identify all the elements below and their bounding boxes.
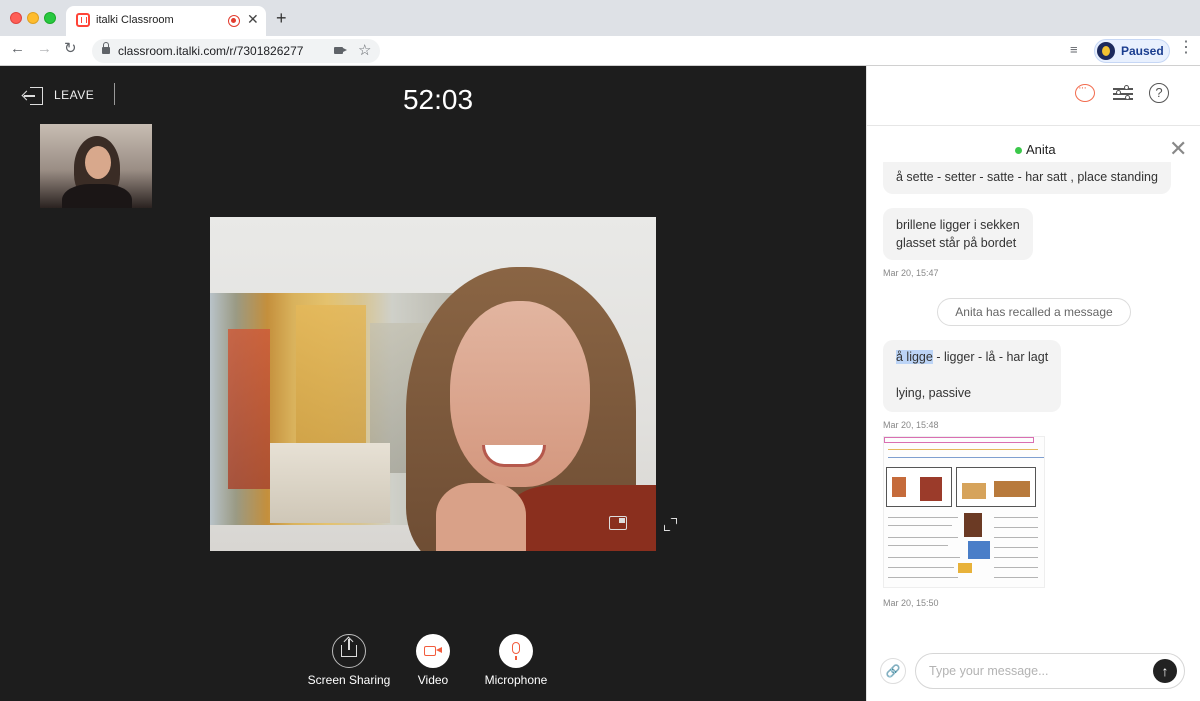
fullscreen-icon[interactable] — [656, 510, 684, 538]
tab-title: italki Classroom — [96, 14, 174, 26]
recording-indicator-icon — [228, 15, 240, 27]
url-text[interactable]: classroom.italki.com/r/7301826277 — [118, 44, 303, 58]
bookmark-star-icon[interactable]: ☆ — [358, 41, 371, 59]
message-text: brillene ligger i sekken — [896, 218, 1020, 232]
self-video-thumbnail[interactable] — [40, 124, 152, 208]
message-text: lying, passive — [896, 386, 972, 400]
message-bubble: å ligge - ligger - lå - har lagt lying, … — [883, 340, 1062, 412]
remote-video — [210, 217, 656, 551]
forward-arrow-icon[interactable]: → — [37, 41, 52, 56]
camera-in-use-icon[interactable] — [334, 47, 347, 54]
peer-name: Anita — [1026, 142, 1056, 157]
session-timer: 52:03 — [402, 84, 474, 115]
settings-sliders-icon[interactable] — [1113, 85, 1133, 101]
exit-door-icon — [24, 86, 44, 106]
browser-tab[interactable]: italki Classroom ✕ — [66, 6, 266, 36]
browser-menu-icon[interactable]: ⋮ — [1178, 40, 1194, 56]
chat-bubble-icon[interactable] — [1075, 82, 1095, 102]
lock-icon[interactable] — [102, 42, 110, 54]
message-timestamp: Mar 20, 15:47 — [883, 268, 939, 278]
send-arrow-icon[interactable]: ↑ — [1153, 659, 1177, 683]
tab-close-icon[interactable]: ✕ — [247, 12, 259, 26]
browser-toolbar: ← → ↻ classroom.italki.com/r/7301826277 … — [0, 36, 1200, 66]
screen-share-icon — [341, 639, 357, 657]
message-text: glasset står på bordet — [896, 236, 1017, 250]
attach-link-icon[interactable]: 🔗 — [880, 658, 906, 684]
message-timestamp: Mar 20, 15:48 — [883, 420, 939, 430]
microphone-label: Microphone — [484, 673, 548, 687]
message-bubble: brillene ligger i sekken glasset står på… — [883, 208, 1033, 260]
video-toggle-button[interactable] — [416, 634, 450, 668]
media-controls-icon[interactable]: ≡ — [1070, 42, 1078, 57]
microphone-toggle-button[interactable] — [499, 634, 533, 668]
new-tab-button[interactable]: + — [276, 9, 287, 27]
worksheet-image-attachment[interactable] — [883, 436, 1045, 588]
message-timestamp: Mar 20, 15:50 — [883, 598, 939, 608]
recalled-message-notice: Anita has recalled a message — [937, 298, 1131, 326]
chat-header: Anita ✕ — [867, 138, 1200, 160]
browser-tab-bar: italki Classroom ✕ + — [0, 0, 1200, 36]
profile-status-label: Paused — [1121, 44, 1164, 58]
message-input[interactable] — [915, 653, 1185, 689]
message-text: å ligge - ligger - lå - har lagt — [896, 350, 1049, 364]
microphone-icon — [512, 642, 520, 660]
profile-button[interactable]: Paused — [1094, 39, 1170, 63]
maximize-window-button[interactable] — [44, 12, 56, 24]
message-list[interactable]: å sette - setter - satte - har satt , pl… — [867, 162, 1200, 657]
selected-text[interactable]: å ligge — [896, 350, 933, 364]
picture-in-picture-icon[interactable] — [609, 516, 627, 530]
message-bubble: å sette - setter - satte - har satt , pl… — [883, 162, 1171, 194]
divider — [114, 83, 115, 105]
italki-favicon-icon — [76, 13, 90, 27]
back-arrow-icon[interactable]: ← — [10, 41, 25, 56]
video-camera-icon — [424, 646, 442, 656]
chat-toolbar: ? — [867, 66, 1200, 126]
close-window-button[interactable] — [10, 12, 22, 24]
minimize-window-button[interactable] — [27, 12, 39, 24]
classroom-stage: LEAVE 52:03 Screen Sharing Video Microph… — [0, 66, 866, 701]
screen-sharing-button[interactable] — [332, 634, 366, 668]
leave-label: LEAVE — [54, 88, 95, 102]
message-text: å sette - setter - satte - har satt , pl… — [896, 170, 1158, 184]
help-icon[interactable]: ? — [1149, 83, 1169, 103]
close-chat-icon[interactable]: ✕ — [1169, 138, 1187, 160]
avatar — [1097, 42, 1115, 60]
address-bar[interactable]: classroom.italki.com/r/7301826277 ☆ — [92, 39, 380, 63]
microphone-control[interactable]: Microphone — [466, 634, 566, 687]
reload-icon[interactable]: ↻ — [64, 41, 77, 56]
online-status-icon — [1015, 147, 1022, 154]
message-composer: 🔗 ↑ — [867, 652, 1200, 694]
chat-panel: ? Anita ✕ å sette - setter - satte - har… — [866, 66, 1200, 701]
